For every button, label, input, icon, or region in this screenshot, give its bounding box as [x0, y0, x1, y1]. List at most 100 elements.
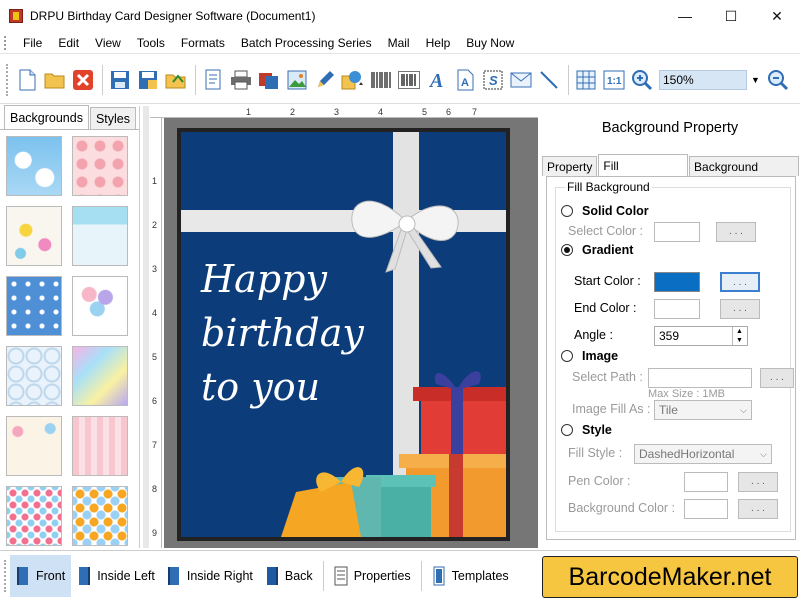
copy-icon[interactable] — [256, 67, 282, 93]
inside-right-button[interactable]: Inside Right — [161, 555, 259, 597]
image-fill-as-select[interactable]: Tile ⌵ — [654, 400, 752, 420]
page-setup-icon[interactable] — [200, 67, 226, 93]
select-color-swatch[interactable] — [654, 222, 700, 242]
pen-color-button[interactable]: . . . — [738, 472, 778, 492]
card-text-line-2[interactable]: birthday — [201, 306, 364, 360]
zoom-out-icon[interactable] — [765, 67, 791, 93]
book-back-icon — [266, 566, 278, 585]
back-page-button[interactable]: Back — [259, 555, 319, 597]
birthday-card[interactable]: Happy birthday to you — [177, 128, 510, 541]
line-icon[interactable] — [536, 67, 562, 93]
menu-formats[interactable]: Formats — [173, 32, 233, 54]
bg-thumb-colorful-hearts[interactable] — [6, 486, 62, 546]
save-icon[interactable] — [107, 67, 133, 93]
tab-backgrounds[interactable]: Backgrounds — [4, 105, 89, 129]
toolbar: A A S 1:1 150% ▼ — [0, 56, 800, 104]
panel-scrollbar[interactable] — [143, 106, 149, 548]
gradient-radio[interactable] — [561, 244, 573, 256]
svg-text:S: S — [489, 73, 498, 88]
barcodemaker-logo: BarcodeMaker.net — [542, 556, 798, 598]
menu-mail[interactable]: Mail — [380, 32, 418, 54]
bg-thumb-happy-birthday[interactable] — [6, 416, 62, 476]
menu-file[interactable]: File — [15, 32, 50, 54]
bg-thumb-flowers[interactable] — [6, 206, 62, 266]
fill-style-value: DashedHorizontal — [639, 447, 735, 461]
fill-style-select[interactable]: DashedHorizontal ⌵ — [634, 444, 772, 464]
horizontal-ruler: 1 2 3 4 5 6 7 — [150, 106, 538, 118]
templates-button[interactable]: Templates — [426, 555, 515, 597]
actual-size-icon[interactable]: 1:1 — [601, 67, 627, 93]
inside-left-button[interactable]: Inside Left — [71, 555, 161, 597]
chevron-down-icon[interactable]: ▼ — [751, 75, 761, 85]
mail-icon[interactable] — [508, 67, 534, 93]
card-text-line-3[interactable]: to you — [201, 360, 364, 414]
style-label: Style — [582, 423, 612, 437]
tab-styles[interactable]: Styles — [89, 107, 137, 129]
tab-property[interactable]: Property — [542, 156, 598, 176]
bg-thumb-stars[interactable] — [6, 276, 62, 336]
save-as-icon[interactable] — [135, 67, 161, 93]
text-box-icon[interactable]: A — [452, 67, 478, 93]
grid-icon[interactable] — [573, 67, 599, 93]
end-color-swatch[interactable] — [654, 299, 700, 319]
select-color-button[interactable]: . . . — [716, 222, 756, 242]
background-color-swatch[interactable] — [684, 499, 728, 519]
group-label: Fill Background — [565, 180, 652, 194]
solid-color-radio[interactable] — [561, 205, 573, 217]
tab-fill-background[interactable]: Fill Background — [598, 154, 689, 195]
svg-text:A: A — [461, 77, 469, 89]
browse-image-button[interactable]: . . . — [760, 368, 794, 388]
bg-thumb-pink-pattern[interactable] — [72, 416, 128, 476]
start-color-swatch[interactable] — [654, 272, 700, 292]
panel-title: Background Property — [601, 120, 739, 136]
bg-thumb-balloons-bunting[interactable] — [72, 206, 128, 266]
print-icon[interactable] — [228, 67, 254, 93]
barcode-icon[interactable] — [368, 67, 394, 93]
zoom-in-icon[interactable] — [629, 67, 655, 93]
tab-background-effects[interactable]: Background Effects — [689, 156, 799, 194]
background-property-panel: Background Property Property Fill Backgr… — [540, 106, 800, 548]
shapes-icon[interactable] — [340, 67, 366, 93]
image-icon[interactable] — [284, 67, 310, 93]
barcode-alt-icon[interactable] — [396, 67, 422, 93]
select-path-label: Select Path : — [572, 370, 643, 384]
menu-help[interactable]: Help — [418, 32, 459, 54]
back-label: Back — [284, 568, 313, 583]
spinner-arrows-icon[interactable]: ▲ ▼ — [732, 327, 746, 345]
bg-thumb-holographic[interactable] — [72, 346, 128, 406]
card-text-line-1[interactable]: Happy — [201, 252, 364, 306]
background-color-button[interactable]: . . . — [738, 499, 778, 519]
start-color-button[interactable]: . . . — [720, 272, 760, 292]
image-radio[interactable] — [561, 350, 573, 362]
menu-view[interactable]: View — [87, 32, 129, 54]
menu-edit[interactable]: Edit — [50, 32, 87, 54]
properties-button[interactable]: Properties — [328, 555, 417, 597]
inside-right-label: Inside Right — [186, 568, 253, 583]
bg-thumb-bubbles[interactable] — [6, 346, 62, 406]
close-doc-icon[interactable] — [70, 67, 96, 93]
menu-batch-processing[interactable]: Batch Processing Series — [233, 32, 380, 54]
menu-tools[interactable]: Tools — [129, 32, 173, 54]
minimize-button[interactable]: — — [662, 0, 708, 32]
pencil-icon[interactable] — [312, 67, 338, 93]
open-folder-icon[interactable] — [42, 67, 68, 93]
new-file-icon[interactable] — [14, 67, 40, 93]
bg-thumb-pink-hearts[interactable] — [72, 136, 128, 196]
zoom-combo[interactable]: 150% — [659, 69, 747, 90]
text-icon[interactable]: A — [424, 67, 450, 93]
symbol-icon[interactable]: S — [480, 67, 506, 93]
gradient-label: Gradient — [582, 243, 634, 257]
bg-thumb-balloons[interactable] — [72, 276, 128, 336]
select-path-input[interactable] — [648, 368, 752, 388]
bg-thumb-balloon-cluster[interactable] — [72, 486, 128, 546]
style-radio[interactable] — [561, 424, 573, 436]
end-color-button[interactable]: . . . — [720, 299, 760, 319]
maximize-button[interactable]: ☐ — [708, 0, 754, 32]
menu-buy-now[interactable]: Buy Now — [458, 32, 522, 54]
export-icon[interactable] — [163, 67, 189, 93]
close-button[interactable]: ✕ — [754, 0, 800, 32]
front-page-button[interactable]: Front — [10, 554, 72, 597]
bg-thumb-clouds[interactable] — [6, 136, 62, 196]
book-inside-right-icon — [167, 566, 179, 585]
pen-color-swatch[interactable] — [684, 472, 728, 492]
